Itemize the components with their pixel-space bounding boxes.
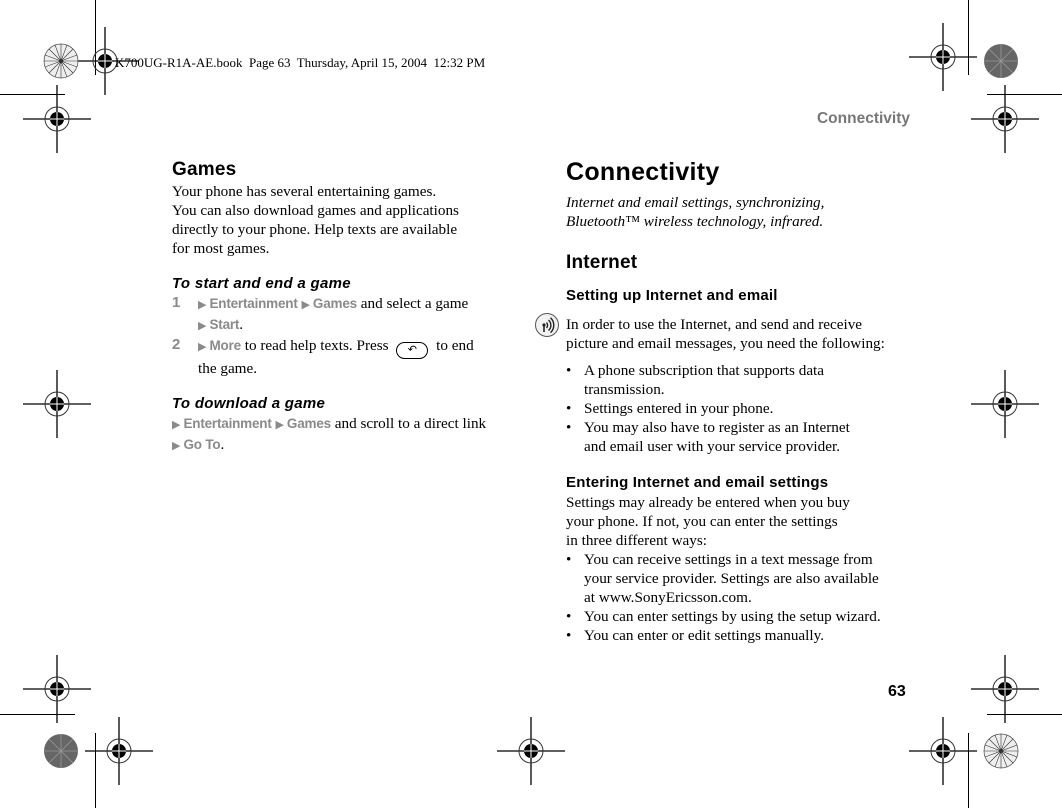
subheading-entering-settings: Entering Internet and email settings bbox=[566, 474, 829, 491]
back-key-icon: ↶ bbox=[396, 342, 429, 359]
text-line: at www.SonyEricsson.com. bbox=[584, 589, 752, 606]
subheading-start-end: To start and end a game bbox=[172, 275, 351, 292]
registration-mark-icon bbox=[970, 84, 1040, 154]
gray-target-icon bbox=[44, 734, 78, 768]
arrow-icon: ▶ bbox=[275, 419, 284, 431]
menu-item-more: More bbox=[209, 338, 241, 353]
color-bar-starburst-icon bbox=[983, 733, 1019, 769]
text: to end bbox=[432, 337, 474, 354]
chapter-title: Connectivity bbox=[566, 158, 720, 186]
chapter-intro: Internet and email settings, synchronizi… bbox=[566, 193, 916, 231]
download-instructions: ▶ Entertainment ▶ Games and scroll to a di… bbox=[172, 414, 522, 456]
bullet-icon: • bbox=[566, 551, 572, 568]
step-number: 2 bbox=[172, 336, 181, 353]
registration-mark-icon bbox=[908, 716, 978, 786]
text: . bbox=[220, 436, 225, 453]
text-line: for most games. bbox=[172, 240, 270, 257]
menu-item-entertainment: Entertainment bbox=[183, 416, 272, 431]
registration-mark-icon bbox=[970, 369, 1040, 439]
registration-mark-icon bbox=[22, 369, 92, 439]
list-item: • A phone subscription that supports data… bbox=[566, 361, 916, 399]
text-line: Settings entered in your phone. bbox=[584, 400, 774, 417]
text: the game. bbox=[198, 360, 258, 377]
note-text: In order to use the Internet, and send a… bbox=[566, 315, 916, 353]
print-slug: K700UG-R1A-AE.book Page 63 Thursday, Apr… bbox=[115, 55, 486, 70]
registration-mark-icon bbox=[496, 716, 566, 786]
text-line: your phone. If not, you can enter the se… bbox=[566, 513, 838, 530]
registration-mark-icon bbox=[908, 22, 978, 92]
bullet-icon: • bbox=[566, 400, 572, 417]
text: to read help texts. Press bbox=[240, 337, 389, 354]
text-line: your service provider. Settings are also… bbox=[584, 570, 879, 587]
entering-intro: Settings may already be entered when you… bbox=[566, 493, 916, 550]
text-line: Bluetooth™ wireless technology, infrared… bbox=[566, 213, 824, 230]
list-item: • You can enter settings by using the set… bbox=[566, 607, 916, 626]
text-line: You can enter or edit settings manually. bbox=[584, 627, 825, 644]
bullet-icon: • bbox=[566, 362, 572, 379]
menu-item-games: Games bbox=[286, 416, 331, 431]
section-heading-internet: Internet bbox=[566, 252, 638, 273]
arrow-icon: ▶ bbox=[301, 299, 310, 311]
arrow-icon: ▶ bbox=[198, 320, 207, 332]
games-intro: Your phone has several entertaining game… bbox=[172, 182, 522, 258]
text-line: picture and email messages, you need the… bbox=[566, 335, 885, 352]
bullet-icon: • bbox=[566, 419, 572, 436]
arrow-icon: ▶ bbox=[198, 299, 207, 311]
text-line: directly to your phone. Help texts are a… bbox=[172, 221, 458, 238]
list-item: • Settings entered in your phone. bbox=[566, 399, 916, 418]
operator-note: In order to use the Internet, and send a… bbox=[535, 313, 916, 353]
page-number: 63 bbox=[888, 683, 906, 700]
text-line: Your phone has several entertaining game… bbox=[172, 183, 437, 200]
text: and scroll to a direct link bbox=[330, 415, 487, 432]
color-bar-starburst-icon bbox=[43, 43, 79, 79]
requirements-list: • A phone subscription that supports data… bbox=[566, 361, 916, 456]
text-line: and email user with your service provide… bbox=[584, 438, 840, 455]
menu-item-go-to: Go To bbox=[183, 437, 221, 452]
right-column: Connectivity Internet and email settings… bbox=[535, 155, 916, 645]
text-line: In order to use the Internet, and send a… bbox=[566, 316, 863, 333]
text-line: transmission. bbox=[584, 381, 665, 398]
text-line: You may also have to register as an Inte… bbox=[584, 419, 850, 436]
menu-item-games: Games bbox=[312, 296, 357, 311]
text-line: in three different ways: bbox=[566, 532, 707, 549]
text: . bbox=[239, 316, 244, 333]
menu-item-entertainment: Entertainment bbox=[209, 296, 298, 311]
text-line: You can receive settings in a text messa… bbox=[584, 551, 873, 568]
section-heading-games: Games bbox=[172, 159, 237, 180]
step-text: ▶ More to read help texts. Press ↶ to end… bbox=[198, 336, 522, 378]
step-1: 1 ▶ Entertainment ▶ Games and select a gam… bbox=[172, 294, 522, 336]
text: and select a game bbox=[356, 295, 469, 312]
text-line: A phone subscription that supports data bbox=[584, 362, 825, 379]
operator-service-icon bbox=[535, 313, 559, 337]
list-item: • You can receive settings in a text mess… bbox=[566, 550, 916, 607]
subheading-download: To download a game bbox=[172, 395, 326, 412]
step-number: 1 bbox=[172, 294, 181, 311]
text-line: You can enter settings by using the setu… bbox=[584, 608, 881, 625]
arrow-icon: ▶ bbox=[172, 440, 181, 452]
step-2: 2 ▶ More to read help texts. Press ↶ to e… bbox=[172, 336, 522, 378]
bullet-icon: • bbox=[566, 608, 572, 625]
registration-mark-icon bbox=[84, 716, 154, 786]
running-head: Connectivity bbox=[816, 110, 910, 127]
text-line: Settings may already be entered when you… bbox=[566, 494, 850, 511]
list-item: • You may also have to register as an Int… bbox=[566, 418, 916, 456]
arrow-icon: ▶ bbox=[198, 341, 207, 353]
bullet-icon: • bbox=[566, 627, 572, 644]
registration-mark-icon bbox=[22, 654, 92, 724]
gray-target-icon bbox=[984, 44, 1018, 78]
settings-methods-list: • You can receive settings in a text mess… bbox=[566, 550, 916, 645]
registration-mark-icon bbox=[22, 84, 92, 154]
menu-item-start: Start bbox=[209, 317, 240, 332]
step-text: ▶ Entertainment ▶ Games and select a game … bbox=[198, 294, 522, 336]
arrow-icon: ▶ bbox=[172, 419, 181, 431]
text-line: You can also download games and applicat… bbox=[172, 202, 459, 219]
text-line: Internet and email settings, synchronizi… bbox=[566, 194, 825, 211]
left-column: Games Your phone has several entertainin… bbox=[172, 158, 522, 456]
list-item: • You can enter or edit settings manually… bbox=[566, 626, 916, 645]
subheading-setup: Setting up Internet and email bbox=[566, 287, 778, 304]
registration-mark-icon bbox=[970, 654, 1040, 724]
